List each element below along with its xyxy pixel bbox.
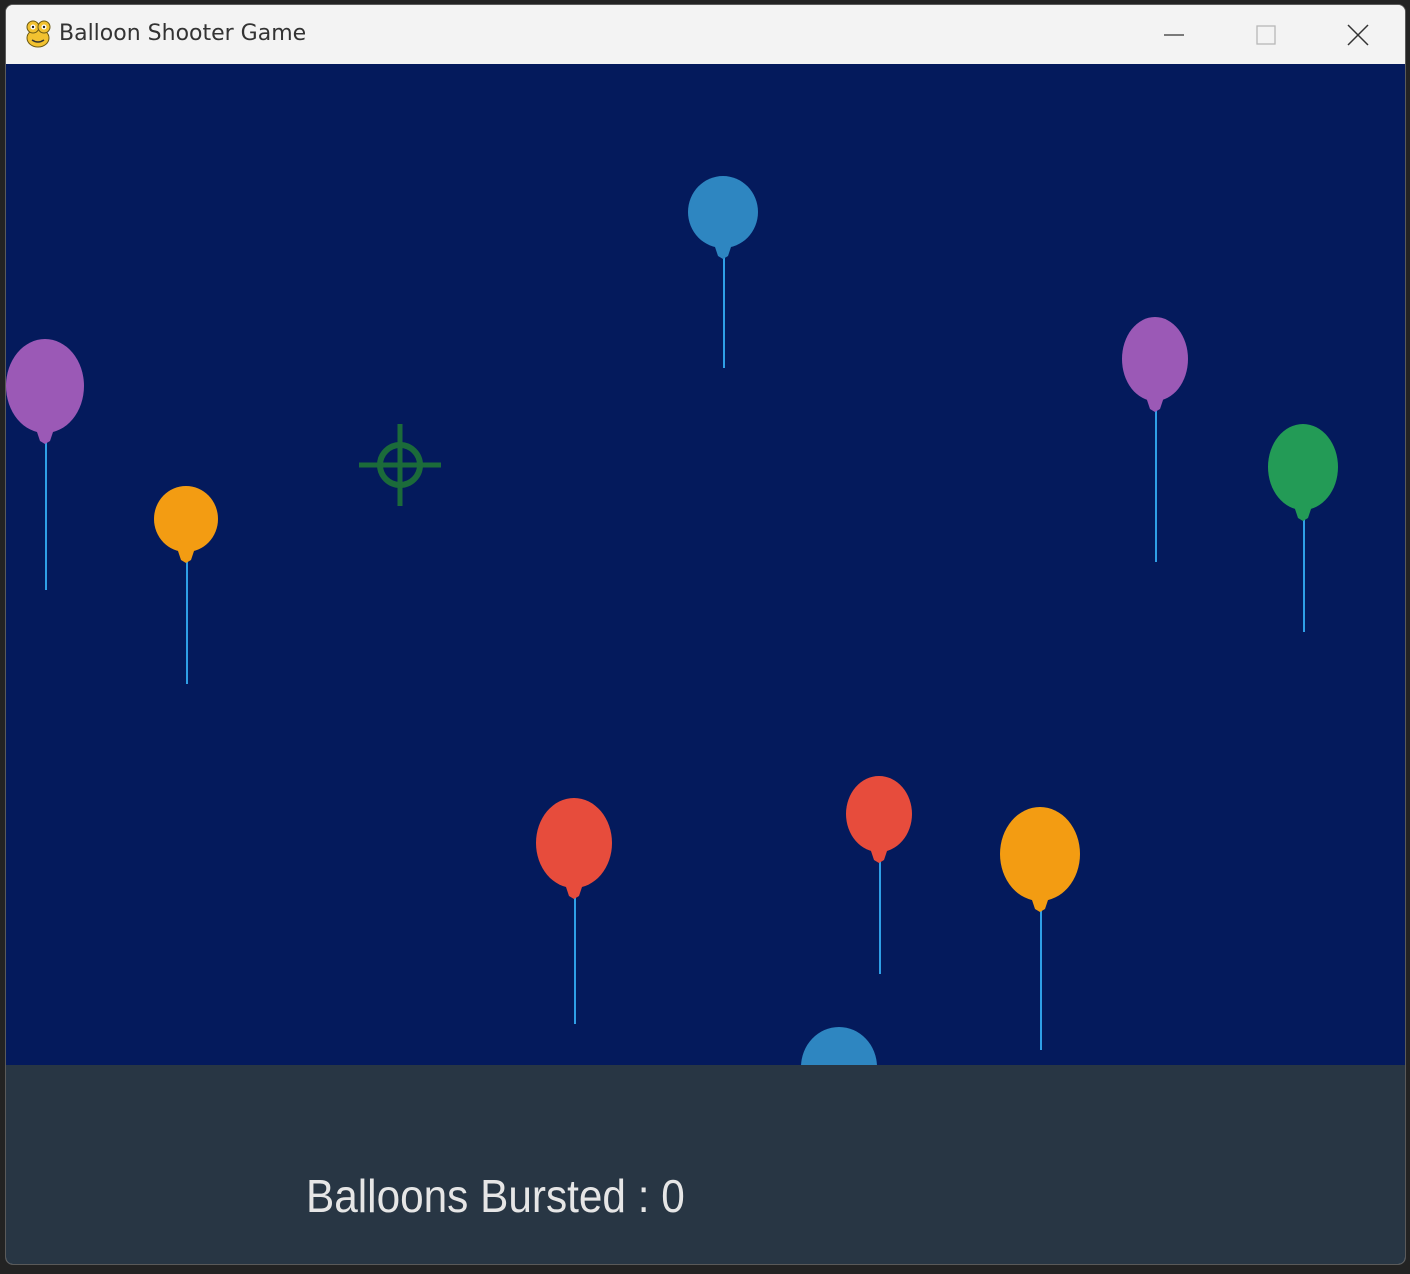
game-window: Balloon Shooter Game Balloons Bursted: … bbox=[5, 4, 1406, 1265]
balloon-blue[interactable] bbox=[688, 176, 758, 368]
crosshair-icon bbox=[359, 424, 441, 506]
title-bar[interactable]: Balloon Shooter Game bbox=[6, 5, 1405, 64]
balloons-bursted-counter: Balloons Bursted : 0 bbox=[306, 1170, 685, 1222]
balloon-knot bbox=[870, 848, 888, 863]
maximize-button[interactable] bbox=[1220, 5, 1312, 64]
balloon-body[interactable] bbox=[688, 176, 758, 248]
balloon-orange[interactable] bbox=[154, 486, 218, 684]
maximize-icon bbox=[1256, 24, 1276, 45]
game-canvas[interactable] bbox=[6, 64, 1405, 1065]
balloon-body[interactable] bbox=[801, 1027, 877, 1065]
close-icon bbox=[1347, 23, 1369, 46]
balloon-body[interactable] bbox=[154, 486, 218, 552]
game-scene bbox=[6, 176, 1338, 1065]
balloon-red[interactable] bbox=[846, 776, 912, 974]
balloon-body[interactable] bbox=[1122, 317, 1188, 401]
balloon-blue[interactable] bbox=[801, 1027, 877, 1065]
window-title: Balloon Shooter Game bbox=[59, 21, 307, 46]
balloon-knot bbox=[177, 548, 195, 563]
minimize-icon bbox=[1164, 33, 1184, 36]
pygame-snake-icon bbox=[26, 20, 51, 48]
balloon-body[interactable] bbox=[536, 798, 612, 888]
close-button[interactable] bbox=[1312, 5, 1404, 64]
balloon-knot bbox=[714, 244, 732, 259]
balloon-purple[interactable] bbox=[6, 339, 84, 590]
score-panel: Balloons Bursted : 0 bbox=[6, 1065, 1405, 1264]
balloon-knot bbox=[565, 884, 583, 899]
balloon-knot bbox=[36, 429, 54, 444]
balloon-knot bbox=[1294, 506, 1312, 521]
balloon-body[interactable] bbox=[1268, 424, 1338, 510]
balloon-orange[interactable] bbox=[1000, 807, 1080, 1050]
balloon-body[interactable] bbox=[1000, 807, 1080, 901]
balloon-green[interactable] bbox=[1268, 424, 1338, 632]
balloon-knot bbox=[1146, 397, 1164, 412]
balloon-purple[interactable] bbox=[1122, 317, 1188, 562]
balloon-knot bbox=[1031, 897, 1049, 912]
balloon-body[interactable] bbox=[6, 339, 84, 433]
balloon-red[interactable] bbox=[536, 798, 612, 1024]
minimize-button[interactable] bbox=[1128, 5, 1220, 64]
balloon-body[interactable] bbox=[846, 776, 912, 852]
